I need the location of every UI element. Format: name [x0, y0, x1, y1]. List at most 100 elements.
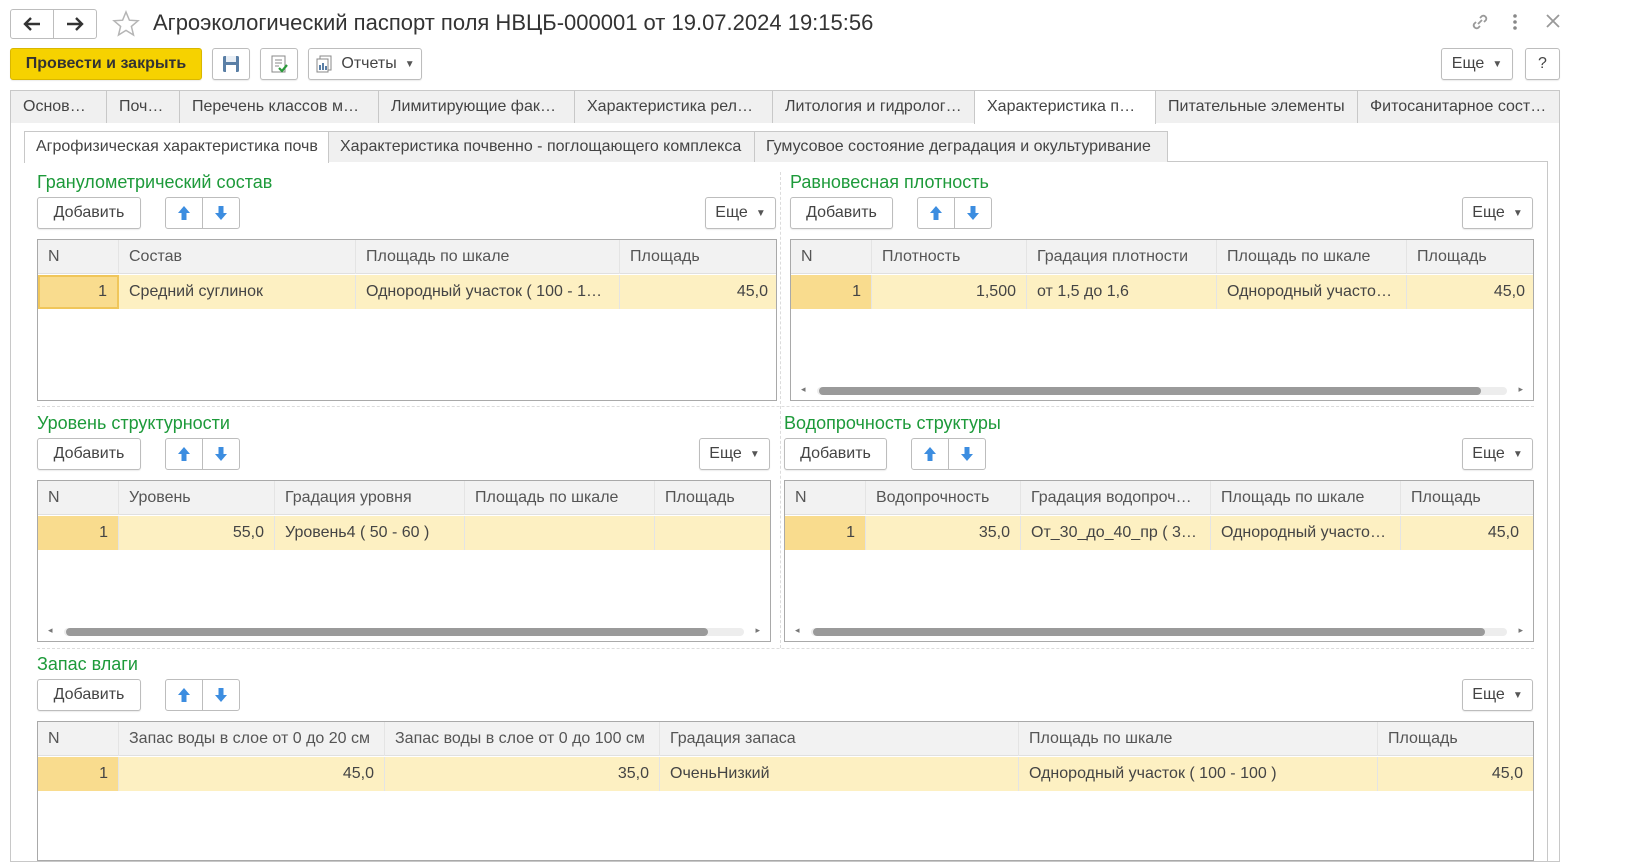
column-header[interactable]: Запас воды в слое от 0 до 20 см [119, 722, 385, 756]
tab-nutrients[interactable]: Питательные элементы [1155, 90, 1358, 123]
row-number-cell[interactable]: 1 [38, 757, 119, 791]
column-header[interactable]: Градация водопрочн… [1021, 481, 1211, 515]
table-row[interactable]: 1 Средний суглинок Однородный участок ( … [38, 275, 776, 309]
moisture-table[interactable]: N Запас воды в слое от 0 до 20 см Запас … [37, 721, 1534, 861]
water-stability-table[interactable]: N Водопрочность Градация водопрочн… Площ… [784, 480, 1534, 642]
column-header[interactable]: Градация уровня [275, 481, 465, 515]
table-cell[interactable]: Однородный участок ( 100 - 1… [356, 275, 620, 309]
table-cell[interactable]: 45,0 [1378, 757, 1533, 791]
table-cell[interactable]: 45,0 [119, 757, 385, 791]
column-header[interactable]: Площадь по шкале [1019, 722, 1378, 756]
table-cell[interactable] [655, 516, 770, 550]
density-more-button[interactable]: Еще ▼ [1462, 197, 1533, 229]
link-icon[interactable] [1470, 12, 1490, 32]
water-stability-more-button[interactable]: Еще ▼ [1462, 438, 1533, 470]
column-header[interactable]: Площадь [1378, 722, 1533, 756]
column-header[interactable]: Площадь по шкале [465, 481, 655, 515]
save-button[interactable] [212, 48, 250, 80]
column-header[interactable]: Площадь по шкале [1211, 481, 1401, 515]
favorite-star-icon[interactable] [112, 10, 140, 38]
horizontal-scrollbar[interactable]: ◂ ▸ [785, 625, 1533, 637]
column-header[interactable]: N [785, 481, 866, 515]
move-down-button[interactable] [202, 679, 240, 711]
tab-soil-characteristics[interactable]: Характеристика почв [974, 90, 1156, 124]
more-button[interactable]: Еще ▼ [1441, 48, 1513, 80]
column-header[interactable]: Площадь [655, 481, 770, 515]
move-up-button[interactable] [917, 197, 955, 229]
table-cell[interactable]: 35,0 [866, 516, 1021, 550]
table-cell[interactable]: Средний суглинок [119, 275, 356, 309]
column-header[interactable]: Водопрочность [866, 481, 1021, 515]
column-header[interactable]: N [38, 722, 119, 756]
table-cell[interactable]: 45,0 [1407, 275, 1533, 309]
granulometric-table[interactable]: N Состав Площадь по шкале Площадь 1 Сред… [37, 239, 777, 401]
row-number-cell[interactable]: 1 [38, 516, 119, 550]
granulometric-more-button[interactable]: Еще ▼ [705, 197, 776, 229]
tab-limiting-factors[interactable]: Лимитирующие факт… [378, 90, 575, 123]
move-up-button[interactable] [165, 679, 203, 711]
forward-button[interactable] [53, 9, 97, 39]
structure-add-button[interactable]: Добавить [37, 438, 141, 470]
table-cell[interactable]: от 1,5 до 1,6 [1027, 275, 1217, 309]
structure-table[interactable]: N Уровень Градация уровня Площадь по шка… [37, 480, 771, 642]
scroll-thumb[interactable] [66, 628, 708, 636]
column-header[interactable]: Запас воды в слое от 0 до 100 см [385, 722, 660, 756]
subtab-agrophysical[interactable]: Агрофизическая характеристика почв [24, 131, 329, 163]
row-number-cell[interactable]: 1 [791, 275, 872, 309]
column-header[interactable]: N [791, 240, 872, 274]
table-row[interactable]: 1 45,0 35,0 ОченьНизкий Однородный участ… [38, 757, 1533, 791]
table-cell[interactable]: 35,0 [385, 757, 660, 791]
tab-phytosanitary[interactable]: Фитосанитарное сост… [1357, 90, 1560, 123]
tab-soils[interactable]: Почвы [106, 90, 180, 123]
table-row[interactable]: 1 1,500 от 1,5 до 1,6 Однородный участо…… [791, 275, 1533, 309]
table-cell[interactable]: Однородный участо… [1211, 516, 1401, 550]
help-button[interactable]: ? [1525, 48, 1560, 80]
scroll-right-icon[interactable]: ▸ [1518, 384, 1523, 395]
move-down-button[interactable] [202, 197, 240, 229]
column-header[interactable]: N [38, 240, 119, 274]
move-down-button[interactable] [948, 438, 986, 470]
more-vertical-icon[interactable] [1510, 12, 1520, 32]
move-up-button[interactable] [911, 438, 949, 470]
column-header[interactable]: Градация запаса [660, 722, 1019, 756]
table-cell[interactable]: Однородный участок ( 100 - 100 ) [1019, 757, 1378, 791]
table-cell[interactable]: От_30_до_40_пр ( 3… [1021, 516, 1211, 550]
tab-lithology[interactable]: Литология и гидрология [772, 90, 975, 123]
column-header[interactable]: Уровень [119, 481, 275, 515]
column-header[interactable]: Площадь [1401, 481, 1533, 515]
column-header[interactable]: Площадь [1407, 240, 1533, 274]
table-cell[interactable]: 1,500 [872, 275, 1027, 309]
horizontal-scrollbar[interactable]: ◂ ▸ [791, 384, 1533, 396]
column-header[interactable]: Состав [119, 240, 356, 274]
move-up-button[interactable] [165, 197, 203, 229]
close-icon[interactable] [1545, 13, 1561, 29]
structure-more-button[interactable]: Еще ▼ [699, 438, 770, 470]
scroll-thumb[interactable] [819, 387, 1481, 395]
table-cell[interactable]: 45,0 [620, 275, 776, 309]
scroll-left-icon[interactable]: ◂ [801, 384, 806, 395]
reports-dropdown[interactable]: Отчеты ▼ [308, 48, 422, 80]
moisture-add-button[interactable]: Добавить [37, 679, 141, 711]
column-header[interactable]: Площадь по шкале [1217, 240, 1407, 274]
subtab-humus[interactable]: Гумусовое состояние деградация и окульту… [754, 131, 1168, 162]
density-table[interactable]: N Плотность Градация плотности Площадь п… [790, 239, 1534, 401]
post-and-close-button[interactable]: Провести и закрыть [10, 48, 202, 80]
move-down-button[interactable] [202, 438, 240, 470]
table-cell[interactable]: 55,0 [119, 516, 275, 550]
row-number-cell[interactable]: 1 [38, 275, 119, 309]
density-add-button[interactable]: Добавить [790, 197, 893, 229]
table-cell[interactable]: 45,0 [1401, 516, 1529, 550]
table-cell[interactable]: Уровень4 ( 50 - 60 ) [275, 516, 465, 550]
back-button[interactable] [10, 9, 54, 39]
column-header[interactable]: Градация плотности [1027, 240, 1217, 274]
column-header[interactable]: Площадь [620, 240, 776, 274]
scroll-thumb[interactable] [813, 628, 1485, 636]
scroll-right-icon[interactable]: ▸ [755, 625, 760, 636]
column-header[interactable]: Плотность [872, 240, 1027, 274]
column-header[interactable]: Площадь по шкале [356, 240, 620, 274]
table-row[interactable]: 1 55,0 Уровень4 ( 50 - 60 ) [38, 516, 770, 550]
column-header[interactable]: N [38, 481, 119, 515]
move-up-button[interactable] [165, 438, 203, 470]
post-document-button[interactable] [260, 48, 298, 80]
subtab-absorbing-complex[interactable]: Характеристика почвенно - поглощающего к… [328, 131, 755, 162]
